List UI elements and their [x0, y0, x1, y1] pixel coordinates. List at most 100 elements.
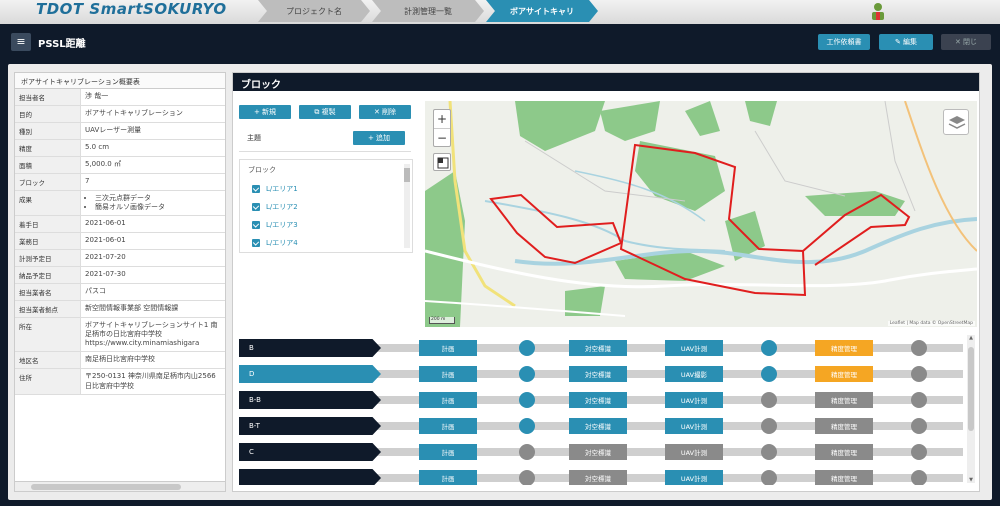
scrollbar-thumb[interactable]: [404, 168, 410, 182]
menu-icon[interactable]: ≡: [11, 33, 31, 51]
timeline-row[interactable]: 計画 対空標識 UAV計測 精度管理: [239, 469, 963, 485]
timeline-row[interactable]: C 計画 対空標識 UAV計測 精度管理: [239, 443, 963, 461]
detail-value: 〒250-0131 神奈川県南足柄市内山2566 日比宮府中学校: [85, 372, 216, 390]
stage-status-dot[interactable]: [911, 444, 927, 460]
close-button[interactable]: ✕ 閉じ: [941, 34, 991, 50]
scrollbar-thumb[interactable]: [968, 347, 974, 431]
breadcrumb-project[interactable]: プロジェクト名: [258, 0, 370, 22]
stage-status-dot[interactable]: [761, 366, 777, 382]
stage-status-dot[interactable]: [761, 418, 777, 434]
stage-button[interactable]: 精度管理: [815, 418, 873, 434]
block-name-tag[interactable]: [239, 469, 381, 485]
stage-button[interactable]: 対空標識: [569, 444, 627, 460]
stage-button[interactable]: 精度管理: [815, 392, 873, 408]
stage-status-dot[interactable]: [519, 444, 535, 460]
scroll-down-icon[interactable]: ▼: [967, 477, 975, 483]
timeline-scrollbar[interactable]: ▲ ▼: [967, 335, 975, 483]
detail-key: 担当業者名: [15, 284, 81, 301]
stage-button[interactable]: 計画: [419, 340, 477, 356]
stage-status-dot[interactable]: [761, 470, 777, 485]
scroll-up-icon[interactable]: ▲: [967, 335, 975, 341]
checkbox[interactable]: [252, 239, 260, 247]
stage-status-dot[interactable]: [519, 418, 535, 434]
layers-icon[interactable]: [943, 109, 969, 135]
stage-button[interactable]: 精度管理: [815, 470, 873, 485]
block-item[interactable]: L/エリア1: [240, 180, 412, 198]
stage-button[interactable]: 精度管理: [815, 340, 873, 356]
map-attribution[interactable]: Leaflet | Map data © OpenStreetMap: [887, 321, 975, 326]
zoom-in-button[interactable]: +: [434, 110, 450, 128]
detail-row: 担当者名渉 哉一: [15, 89, 225, 106]
stage-status-dot[interactable]: [519, 392, 535, 408]
stage-button[interactable]: UAV計測: [665, 444, 723, 460]
stage-button[interactable]: 対空標識: [569, 418, 627, 434]
stage-status-dot[interactable]: [519, 340, 535, 356]
timeline-row[interactable]: B 計画 対空標識 UAV計測 精度管理: [239, 339, 963, 357]
stage-button[interactable]: 計画: [419, 392, 477, 408]
stage-status-dot[interactable]: [911, 470, 927, 485]
detail-horizontal-scrollbar[interactable]: [15, 481, 225, 491]
block-item[interactable]: L/エリア2: [240, 198, 412, 216]
stage-button[interactable]: UAV計測: [665, 470, 723, 485]
user-avatar-icon[interactable]: [870, 2, 886, 20]
block-item[interactable]: L/エリア3: [240, 216, 412, 234]
breadcrumb-measurement-list[interactable]: 計測管理一覧: [372, 0, 484, 22]
detail-value: 新空間情報事業部 空間情報課: [85, 304, 179, 313]
stage-button[interactable]: 対空標識: [569, 392, 627, 408]
stage-button[interactable]: 対空標識: [569, 366, 627, 382]
stage-status-dot[interactable]: [911, 392, 927, 408]
block-name-tag[interactable]: C: [239, 443, 381, 461]
duplicate-block-button[interactable]: ⧉ 複製: [299, 105, 351, 119]
edit-button[interactable]: ✎ 編集: [879, 34, 933, 50]
stage-status-dot[interactable]: [761, 392, 777, 408]
stage-status-dot[interactable]: [761, 340, 777, 356]
divider: [239, 151, 411, 152]
stage-status-dot[interactable]: [761, 444, 777, 460]
block-name-tag[interactable]: B-B: [239, 391, 381, 409]
detail-row: 着手日 2021-06-01: [15, 216, 225, 234]
draw-tool-icon[interactable]: [433, 153, 451, 171]
stage-status-dot[interactable]: [519, 366, 535, 382]
stage-button[interactable]: UAV計測: [665, 340, 723, 356]
breadcrumb-boresight[interactable]: ボアサイトキャリ: [486, 0, 598, 22]
block-list-scrollbar[interactable]: [404, 164, 410, 248]
stage-status-dot[interactable]: [911, 340, 927, 356]
map-view[interactable]: + − 200 m Leaflet | Map data © OpenStree…: [425, 101, 977, 327]
stage-button[interactable]: 計画: [419, 418, 477, 434]
block-item[interactable]: L/エリア4: [240, 234, 412, 252]
stage-status-dot[interactable]: [911, 366, 927, 382]
stage-button[interactable]: 精度管理: [815, 444, 873, 460]
timeline-row[interactable]: D 計画 対空標識 UAV撮影 精度管理: [239, 365, 963, 383]
stage-button[interactable]: 精度管理: [815, 366, 873, 382]
stage-button[interactable]: UAV計測: [665, 392, 723, 408]
block-name-tag[interactable]: B: [239, 339, 381, 357]
detail-row: 面積 5,000.0 ㎡: [15, 157, 225, 174]
map-canvas[interactable]: [425, 101, 977, 327]
stage-button[interactable]: 対空標識: [569, 470, 627, 485]
detail-row: 計測予定日 2021-07-20: [15, 250, 225, 268]
scrollbar-thumb[interactable]: [31, 484, 181, 490]
stage-button[interactable]: 計画: [419, 444, 477, 460]
checkbox[interactable]: [252, 203, 260, 211]
stage-button[interactable]: 計画: [419, 470, 477, 485]
add-theme-button[interactable]: + 追加: [353, 131, 405, 145]
zoom-out-button[interactable]: −: [434, 128, 450, 146]
stage-status-dot[interactable]: [911, 418, 927, 434]
stage-button[interactable]: 対空標識: [569, 340, 627, 356]
timeline-row[interactable]: B-B 計画 対空標識 UAV計測 精度管理: [239, 391, 963, 409]
work-order-button[interactable]: 工作依頼書: [818, 34, 870, 50]
checkbox[interactable]: [252, 221, 260, 229]
stage-button[interactable]: 計画: [419, 366, 477, 382]
new-block-button[interactable]: + 新規: [239, 105, 291, 119]
block-name-tag[interactable]: B-T: [239, 417, 381, 435]
block-name-tag[interactable]: D: [239, 365, 381, 383]
stage-status-dot[interactable]: [519, 470, 535, 485]
stage-button[interactable]: UAV計測: [665, 418, 723, 434]
app-logo: TDOT SmartSOKURYO: [36, 0, 227, 18]
timeline-row[interactable]: B-T 計画 対空標識 UAV計測 精度管理: [239, 417, 963, 435]
detail-value: 5.0 cm: [85, 143, 110, 151]
checkbox[interactable]: [252, 185, 260, 193]
delete-block-button[interactable]: ✕ 削除: [359, 105, 411, 119]
breadcrumb: プロジェクト名 計測管理一覧 ボアサイトキャリ: [258, 0, 600, 22]
stage-button[interactable]: UAV撮影: [665, 366, 723, 382]
